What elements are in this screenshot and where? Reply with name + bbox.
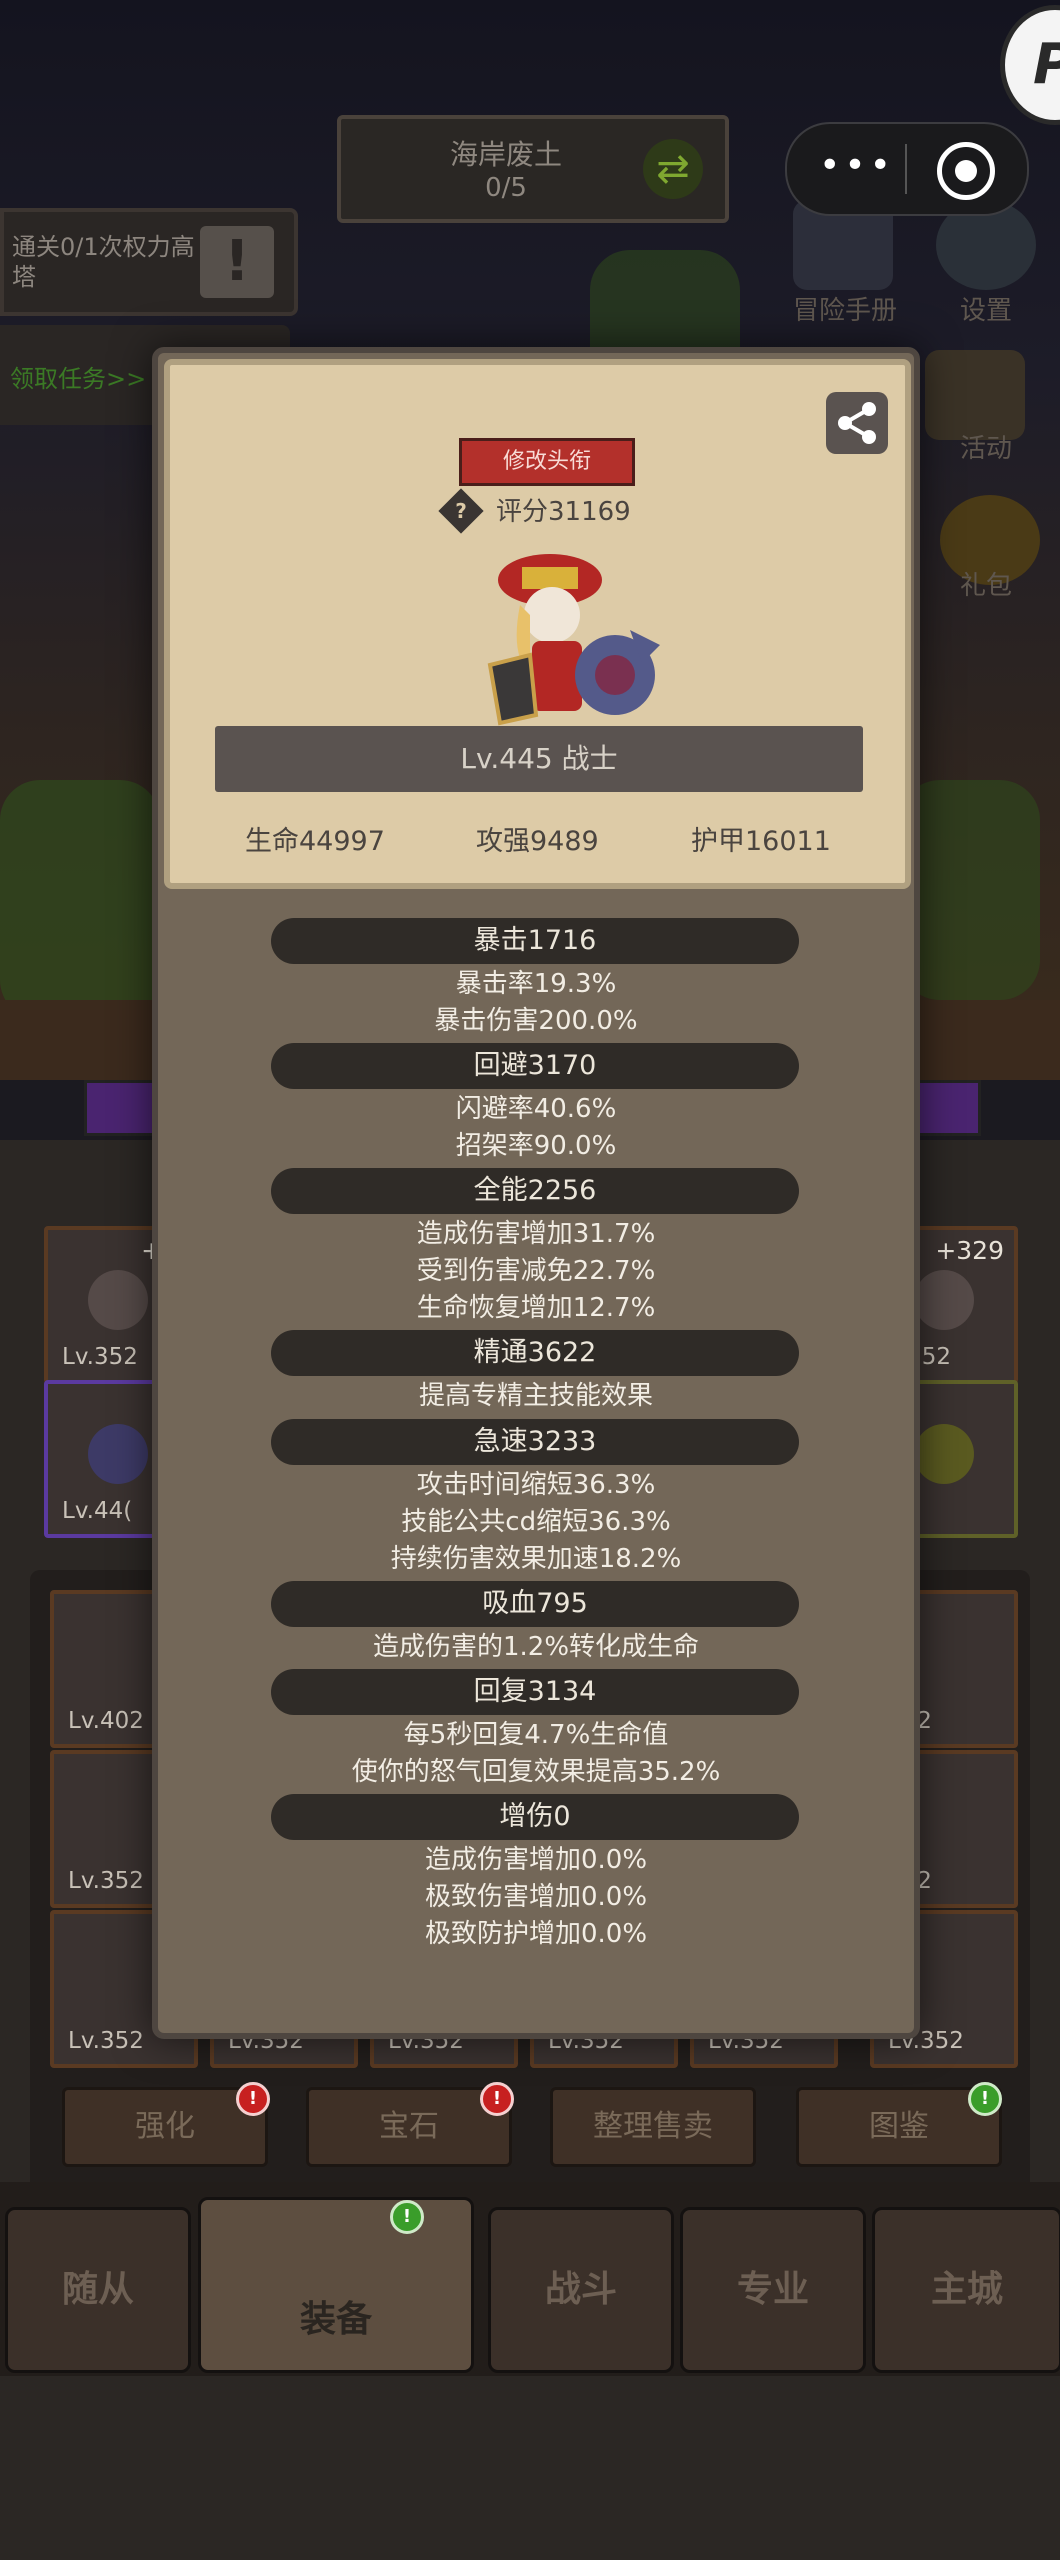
cactus-decoration: [900, 780, 1040, 1000]
quest-text: 通关0/1次权力高塔: [12, 233, 195, 291]
tab-main-city[interactable]: 主城: [872, 2207, 1060, 2373]
more-icon[interactable]: •••: [817, 148, 897, 184]
mastery-header: 精通3622: [271, 1330, 799, 1376]
tab-label: 装备: [299, 2299, 372, 2340]
stat-line: 造成伤害增加0.0%: [424, 1845, 648, 1875]
stat-line: 持续伤害效果加速18.2%: [390, 1544, 682, 1574]
help-glyph: ?: [455, 499, 467, 523]
lifesteal-header: 吸血795: [271, 1581, 799, 1627]
crit-header: 暴击1716: [271, 918, 799, 964]
tab-label: 主城: [930, 2269, 1003, 2310]
enhance-label: 强化: [135, 2109, 195, 2144]
sort-sell-label: 整理售卖: [593, 2109, 713, 2144]
slot-level: Lv.352: [68, 2028, 144, 2054]
level-class-banner: Lv.445 战士: [215, 726, 863, 792]
recovery-header: 回复3134: [271, 1669, 799, 1715]
warrior-avatar: [487, 554, 660, 726]
refresh-icon[interactable]: ⇄: [643, 139, 703, 199]
stat-line: 攻击时间缩短36.3%: [416, 1470, 656, 1500]
share-button[interactable]: [826, 392, 888, 454]
target-dot: [955, 160, 977, 182]
versatility-header: 全能2256: [271, 1168, 799, 1214]
stat-line: 使你的怒气回复效果提高35.2%: [351, 1757, 721, 1787]
evasion-header: 回避3170: [271, 1043, 799, 1089]
stat-line: 闪避率40.6%: [455, 1094, 617, 1124]
tab-profession[interactable]: 专业: [680, 2207, 866, 2373]
stat-line: 受到伤害减免22.7%: [416, 1256, 656, 1286]
slot-level: Lv.402: [68, 1708, 144, 1734]
stat-line: 提高专精主技能效果: [418, 1381, 653, 1411]
character-card: 修改头衔 ? 评分31169 Lv.445 战士 生命44997 攻强9489 …: [164, 359, 911, 889]
character-stats-modal: 修改头衔 ? 评分31169 Lv.445 战士 生命44997 攻强9489 …: [152, 347, 920, 2039]
close-target-icon[interactable]: [937, 142, 995, 200]
health-stat: 生命44997: [245, 826, 385, 857]
tab-equipment[interactable]: 装备: [198, 2197, 474, 2373]
alert-icon: !: [200, 226, 274, 298]
quest-tracker[interactable]: 通关0/1次权力高塔 !: [0, 208, 298, 316]
area-progress: 0/5: [485, 173, 527, 203]
star-gem-icon: [88, 1424, 148, 1484]
helmet-icon: [88, 1270, 148, 1330]
events-scroll-icon[interactable]: [925, 350, 1025, 440]
shield-icon: [914, 1424, 974, 1484]
gift-pack-label: 礼包: [959, 571, 1012, 601]
stat-line: 暴击伤害200.0%: [434, 1006, 638, 1036]
tab-battle[interactable]: 战斗: [488, 2207, 674, 2373]
share-icon: [838, 402, 876, 444]
notification-badge: !: [236, 2082, 270, 2116]
slot-level: Lv.352: [68, 1868, 144, 1894]
experience-bar: [84, 1080, 160, 1136]
damage-bonus-header: 增伤0: [271, 1794, 799, 1840]
stat-line: 极致伤害增加0.0%: [424, 1882, 648, 1912]
haste-header: 急速3233: [271, 1419, 799, 1465]
adventure-book-label: 冒险手册: [792, 296, 897, 326]
claim-quest-link[interactable]: 领取任务>>: [10, 359, 146, 394]
codex-label: 图鉴: [869, 2109, 929, 2144]
area-progress-box[interactable]: 海岸废土 0/5 ⇄: [337, 115, 729, 223]
stat-line: 造成伤害增加31.7%: [416, 1219, 656, 1249]
armor-icon: [914, 1270, 974, 1330]
cactus-decoration: [0, 780, 160, 1020]
stat-line: 生命恢复增加12.7%: [416, 1293, 656, 1323]
notification-badge: !: [390, 2200, 424, 2234]
attack-power-stat: 攻强9489: [476, 826, 599, 857]
stat-line: 造成伤害的1.2%转化成生命: [372, 1632, 700, 1662]
mini-program-capsule: •••: [785, 122, 1029, 216]
stat-line: 招架率90.0%: [455, 1131, 617, 1161]
area-name: 海岸废土: [449, 138, 562, 171]
edit-title-button[interactable]: 修改头衔: [459, 438, 635, 486]
tab-label: 随从: [61, 2269, 134, 2310]
power-score: 评分31169: [496, 497, 631, 527]
tab-label: 专业: [736, 2269, 809, 2310]
sort-sell-button[interactable]: 整理售卖: [550, 2087, 756, 2167]
stat-line: 每5秒回复4.7%生命值: [403, 1720, 669, 1750]
tab-followers[interactable]: 随从: [5, 2207, 191, 2373]
notification-badge: !: [480, 2082, 514, 2116]
gem-label: 宝石: [379, 2109, 439, 2144]
slot-enhance-level: +329: [935, 1236, 1004, 1265]
stat-line: 技能公共cd缩短36.3%: [401, 1507, 671, 1537]
tab-label: 战斗: [544, 2269, 617, 2310]
slot-level: Lv.44(: [62, 1498, 133, 1524]
stat-line: 暴击率19.3%: [455, 969, 617, 999]
slot-level: Lv.352: [62, 1344, 138, 1370]
bottom-tab-bar: 随从 装备 ! 战斗 专业 主城: [0, 2182, 1060, 2376]
events-label: 活动: [959, 434, 1012, 464]
settings-label: 设置: [959, 296, 1012, 326]
capsule-divider: [905, 144, 907, 194]
notification-badge: !: [968, 2082, 1002, 2116]
stat-line: 极致防护增加0.0%: [424, 1919, 648, 1949]
armor-stat: 护甲16011: [691, 826, 831, 857]
